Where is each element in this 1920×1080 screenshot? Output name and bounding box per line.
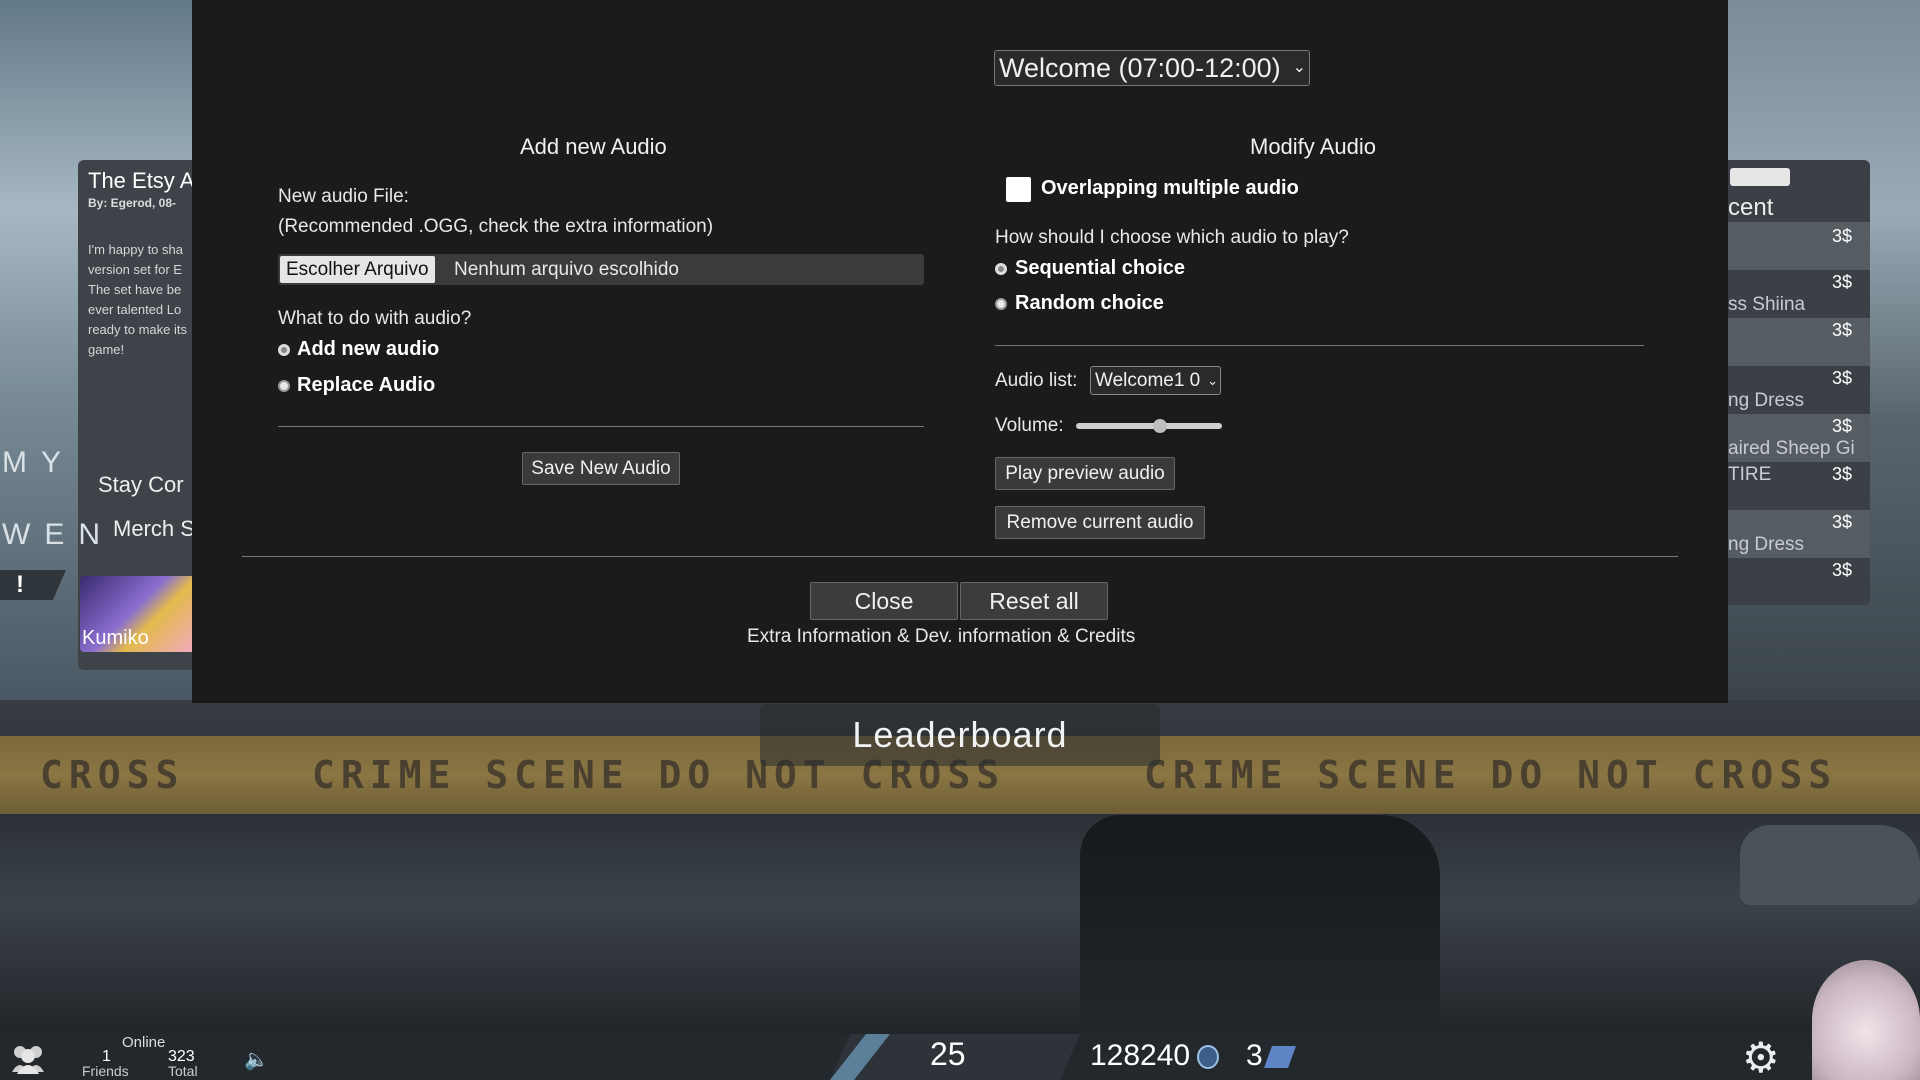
shop-row[interactable]: 3$ ng Dress: [1728, 510, 1870, 558]
random-choice-label[interactable]: Random choice: [1015, 292, 1164, 315]
play-preview-button[interactable]: Play preview audio: [995, 457, 1175, 490]
divider: [995, 345, 1644, 346]
add-new-audio-radio[interactable]: [278, 344, 290, 356]
remove-audio-button[interactable]: Remove current audio: [995, 506, 1205, 539]
overlap-label[interactable]: Overlapping multiple audio: [1041, 177, 1299, 200]
sequential-choice-radio[interactable]: [995, 263, 1007, 275]
file-status: Nenhum arquivo escolhido: [454, 259, 679, 280]
kumiko-label: Kumiko: [82, 627, 149, 649]
volume-label: Volume:: [995, 415, 1064, 436]
add-new-audio-label[interactable]: Add new audio: [297, 338, 439, 361]
volume-slider[interactable]: [1076, 419, 1222, 433]
random-choice-radio[interactable]: [995, 298, 1007, 310]
modify-audio-heading: Modify Audio: [1250, 134, 1376, 159]
kumiko-thumbnail[interactable]: Kumiko: [80, 576, 200, 652]
leaderboard-button[interactable]: Leaderboard: [760, 704, 1160, 766]
coin-icon: [1197, 1045, 1219, 1069]
shop-row[interactable]: 3$ aired Sheep Gi: [1728, 414, 1870, 462]
friends-icon[interactable]: [8, 1042, 48, 1076]
overlap-checkbox[interactable]: [1006, 177, 1031, 202]
divider: [278, 426, 924, 427]
audio-list-select[interactable]: Welcome1 0 ⌄: [1090, 366, 1221, 395]
reset-all-button[interactable]: Reset all: [960, 582, 1108, 620]
choose-question: How should I choose which audio to play?: [995, 227, 1349, 248]
shop-row[interactable]: 3$: [1728, 558, 1870, 605]
shop-row[interactable]: 3$: [1728, 318, 1870, 366]
logo-text-line-1: MY: [2, 446, 75, 479]
background-street: [0, 810, 1920, 1040]
background-figure: [1080, 815, 1440, 1040]
choose-file-button[interactable]: Escolher Arquivo: [280, 256, 435, 283]
footer-divider: [242, 556, 1678, 557]
volume-slider-thumb[interactable]: [1152, 419, 1167, 433]
chevron-down-icon: ⌄: [1292, 59, 1306, 76]
background-car: [1740, 825, 1920, 905]
time-period-select[interactable]: Welcome (07:00-12:00) ⌄: [994, 50, 1310, 86]
save-new-audio-button[interactable]: Save New Audio: [522, 452, 680, 485]
action-question: What to do with audio?: [278, 308, 472, 329]
online-label: Online: [122, 1034, 166, 1051]
close-button[interactable]: Close: [810, 582, 958, 620]
shop-row[interactable]: 3$: [1728, 222, 1870, 270]
stay-link[interactable]: Stay Cor: [98, 472, 184, 498]
extra-information-link[interactable]: Extra Information & Dev. information & C…: [747, 626, 1135, 648]
replace-audio-label[interactable]: Replace Audio: [297, 374, 435, 397]
tickets-value: 3: [1246, 1039, 1263, 1072]
avatar[interactable]: [1812, 960, 1920, 1080]
logo-text-line-2: WEN: [2, 518, 114, 551]
file-label: New audio File:: [278, 186, 409, 207]
merch-link[interactable]: Merch S: [113, 516, 195, 542]
shop-row[interactable]: 3$ ng Dress: [1728, 366, 1870, 414]
audio-list-label: Audio list:: [995, 370, 1078, 391]
coins-value: 128240: [1090, 1039, 1191, 1072]
chevron-down-icon: ⌄: [1207, 373, 1218, 388]
settings-gear-icon[interactable]: ⚙: [1742, 1036, 1780, 1080]
shop-search-bar[interactable]: [1730, 168, 1790, 186]
speaker-icon[interactable]: 🔈: [244, 1047, 269, 1072]
shop-title: cent: [1728, 194, 1774, 221]
audio-settings-modal: Welcome (07:00-12:00) ⌄ Add new Audio New…: [192, 0, 1728, 703]
replace-audio-radio[interactable]: [278, 380, 290, 392]
total-label: Total: [168, 1063, 198, 1079]
file-hint: (Recommended .OGG, check the extra infor…: [278, 216, 714, 237]
shop-row[interactable]: 3$ TIRE: [1728, 462, 1870, 510]
add-audio-heading: Add new Audio: [520, 134, 667, 159]
shop-row[interactable]: 3$ ss Shiina: [1728, 270, 1870, 318]
friends-label: Friends: [82, 1063, 129, 1079]
level-value: 25: [930, 1036, 966, 1072]
sequential-choice-label[interactable]: Sequential choice: [1015, 257, 1185, 280]
file-input[interactable]: Escolher Arquivo Nenhum arquivo escolhid…: [278, 254, 924, 285]
